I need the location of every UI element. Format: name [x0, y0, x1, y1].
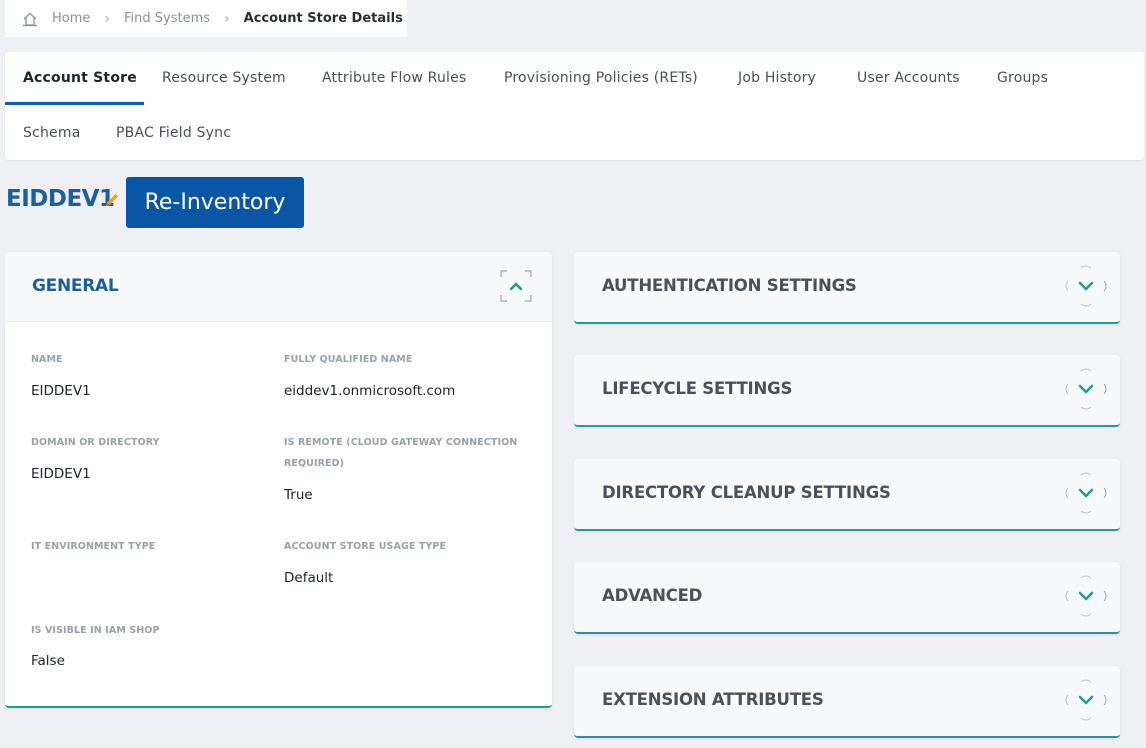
- lifecycle-settings-panel[interactable]: LIFECYCLE SETTINGS: [574, 355, 1120, 427]
- breadcrumb-find-systems-link[interactable]: Find Systems: [124, 11, 210, 26]
- is-remote-label-line2: REQUIRED): [284, 458, 345, 469]
- directory-cleanup-settings-title: DIRECTORY CLEANUP SETTINGS: [602, 483, 891, 502]
- extension-attributes-title: EXTENSION ATTRIBUTES: [602, 690, 824, 709]
- expand-down-icon[interactable]: [1064, 678, 1108, 722]
- general-panel: GENERAL NAME EIDDEV1 FULLY QUALIFIED NAM…: [5, 252, 552, 708]
- home-icon[interactable]: [22, 11, 38, 27]
- name-value: EIDDEV1: [31, 383, 91, 399]
- account-store-usage-type-value: Default: [284, 570, 334, 586]
- authentication-settings-panel[interactable]: AUTHENTICATION SETTINGS: [574, 252, 1120, 324]
- pencil-icon[interactable]: [104, 192, 120, 208]
- is-remote-label-line1: IS REMOTE (CLOUD GATEWAY CONNECTION: [284, 437, 518, 448]
- fully-qualified-name-value: eiddev1.onmicrosoft.com: [284, 383, 456, 399]
- tab-provisioning-policies[interactable]: Provisioning Policies (RETs): [504, 70, 698, 86]
- page-title: EIDDEV1: [6, 186, 115, 212]
- tab-job-history[interactable]: Job History: [738, 70, 816, 86]
- tab-schema[interactable]: Schema: [23, 125, 81, 141]
- advanced-title: ADVANCED: [602, 586, 703, 605]
- domain-or-directory-value: EIDDEV1: [31, 466, 91, 482]
- tab-account-store[interactable]: Account Store: [23, 70, 137, 86]
- tab-attribute-flow-rules[interactable]: Attribute Flow Rules: [322, 70, 466, 86]
- breadcrumb-separator-icon: ›: [224, 10, 230, 27]
- domain-or-directory-label: DOMAIN OR DIRECTORY: [31, 437, 160, 448]
- account-store-usage-type-label: ACCOUNT STORE USAGE TYPE: [284, 541, 447, 552]
- it-environment-type-label: IT ENVIRONMENT TYPE: [31, 541, 156, 552]
- tab-user-accounts[interactable]: User Accounts: [857, 70, 960, 86]
- general-panel-header: GENERAL: [5, 252, 552, 322]
- expand-down-icon[interactable]: [1064, 367, 1108, 411]
- breadcrumb-current: Account Store Details: [243, 11, 403, 26]
- is-visible-in-iam-shop-value: False: [31, 653, 65, 669]
- fully-qualified-name-label: FULLY QUALIFIED NAME: [284, 354, 413, 365]
- expand-down-icon[interactable]: [1064, 471, 1108, 515]
- is-remote-value: True: [284, 487, 313, 503]
- re-inventory-button[interactable]: Re-Inventory: [126, 177, 304, 228]
- tab-bar: Account Store Resource System Attribute …: [5, 52, 1144, 160]
- general-panel-title: GENERAL: [32, 276, 119, 296]
- is-visible-in-iam-shop-label: IS VISIBLE IN IAM SHOP: [31, 625, 160, 636]
- directory-cleanup-settings-panel[interactable]: DIRECTORY CLEANUP SETTINGS: [574, 459, 1120, 531]
- breadcrumb: Home › Find Systems › Account Store Deta…: [5, 0, 407, 37]
- tab-groups[interactable]: Groups: [997, 70, 1048, 86]
- expand-down-icon[interactable]: [1064, 264, 1108, 308]
- expand-down-icon[interactable]: [1064, 574, 1108, 618]
- breadcrumb-home-link[interactable]: Home: [52, 11, 90, 26]
- lifecycle-settings-title: LIFECYCLE SETTINGS: [602, 379, 793, 398]
- name-label: NAME: [31, 354, 63, 365]
- active-tab-indicator: [5, 102, 144, 105]
- authentication-settings-title: AUTHENTICATION SETTINGS: [602, 276, 857, 295]
- tab-resource-system[interactable]: Resource System: [162, 70, 286, 86]
- tab-pbac-field-sync[interactable]: PBAC Field Sync: [116, 125, 231, 141]
- extension-attributes-panel[interactable]: EXTENSION ATTRIBUTES: [574, 666, 1120, 738]
- breadcrumb-separator-icon: ›: [104, 10, 110, 27]
- collapse-up-icon[interactable]: [499, 269, 533, 303]
- advanced-panel[interactable]: ADVANCED: [574, 562, 1120, 634]
